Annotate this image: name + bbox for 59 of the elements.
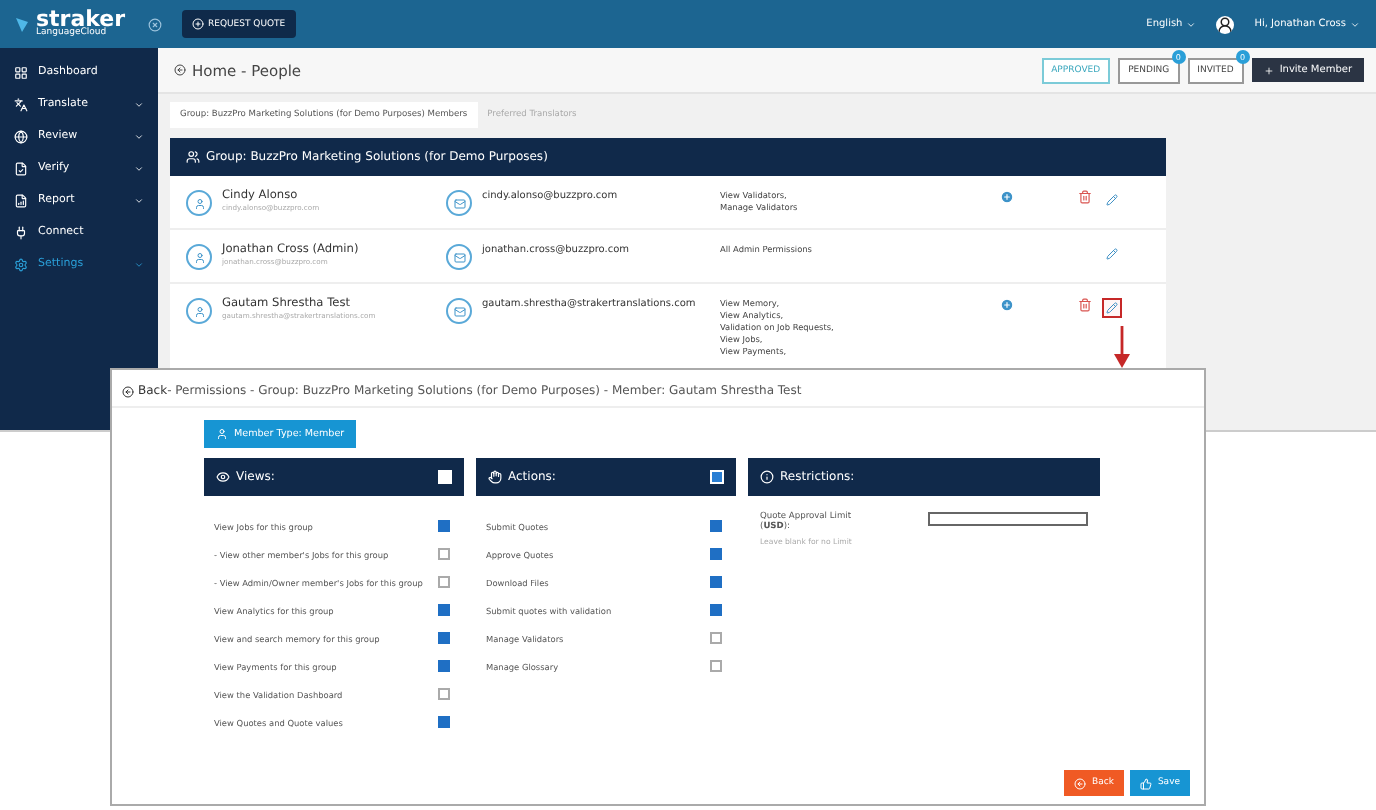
permission-checkbox[interactable]: [710, 660, 722, 672]
user-icon: [186, 244, 212, 270]
permission-checkbox[interactable]: [438, 632, 450, 644]
permission-checkbox[interactable]: [710, 604, 722, 616]
mail-icon: [446, 190, 472, 216]
select-all-checkbox[interactable]: [438, 470, 452, 484]
limit-input-field[interactable]: [928, 512, 1088, 526]
plus-icon: [1263, 65, 1274, 75]
permission-checkbox[interactable]: [710, 632, 722, 644]
user-icon: [186, 298, 212, 324]
back-arrow-icon: [174, 64, 186, 76]
logo-icon: [16, 17, 28, 31]
arrow: [1112, 326, 1132, 370]
back-arrow-icon: [122, 385, 134, 397]
permission-checkbox[interactable]: [438, 576, 450, 588]
add-icon[interactable]: [1000, 190, 1014, 204]
translate-icon: [14, 97, 28, 111]
info-icon: [760, 470, 774, 484]
close-icon[interactable]: [148, 17, 162, 31]
permission-checkbox[interactable]: [438, 716, 450, 728]
select-all-checkbox[interactable]: [710, 470, 724, 484]
chevron-icon: [134, 99, 144, 109]
chevron-icon: [134, 131, 144, 141]
grid-icon: [14, 65, 28, 79]
hand-icon: [488, 470, 502, 484]
chevron-icon: [134, 259, 144, 269]
document-check-icon: [14, 161, 28, 175]
permission-checkbox[interactable]: [710, 548, 722, 560]
user-icon: [186, 190, 212, 216]
mail-icon: [446, 244, 472, 270]
permission-checkbox[interactable]: [710, 576, 722, 588]
plug-icon: [14, 225, 28, 239]
permission-checkbox[interactable]: [438, 660, 450, 672]
eye-icon: [216, 470, 230, 484]
delete-icon[interactable]: [1078, 298, 1092, 312]
chevron-icon: [1186, 19, 1197, 29]
permission-checkbox[interactable]: [710, 520, 722, 532]
report-icon: [14, 193, 28, 207]
edit-button[interactable]: [1102, 298, 1122, 318]
globe-icon: [14, 129, 28, 143]
permission-checkbox[interactable]: [438, 520, 450, 532]
thumbs-up-icon: [1139, 777, 1152, 789]
settings-icon: [14, 257, 28, 271]
edit-button[interactable]: [1102, 190, 1122, 210]
chevron-icon: [134, 163, 144, 173]
edit-button[interactable]: [1102, 244, 1122, 264]
users-icon: [186, 150, 200, 164]
permission-checkbox[interactable]: [438, 604, 450, 616]
permission-checkbox[interactable]: [438, 688, 450, 700]
mail-icon: [446, 298, 472, 324]
plus-icon: [192, 18, 204, 30]
add-icon[interactable]: [1000, 298, 1014, 312]
chevron-icon: [1350, 19, 1360, 29]
back-arrow-icon: [1074, 777, 1087, 789]
delete-icon[interactable]: [1078, 190, 1092, 204]
avatar-icon: [1216, 15, 1235, 33]
permission-checkbox[interactable]: [438, 548, 450, 560]
user-icon: [216, 428, 228, 440]
chevron-icon: [134, 195, 144, 205]
